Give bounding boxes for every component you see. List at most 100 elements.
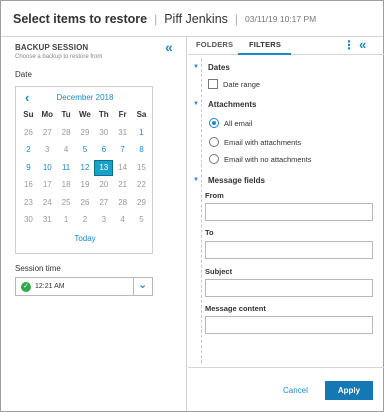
subject-field[interactable] bbox=[205, 279, 373, 297]
calendar-day[interactable]: 3 bbox=[94, 212, 113, 228]
chevron-down-icon[interactable]: ⌄ bbox=[138, 278, 147, 291]
calendar-week: 16 17 18 19 20 21 22 bbox=[19, 177, 151, 195]
calendar-day[interactable]: 10 bbox=[38, 160, 57, 176]
calendar-day[interactable]: 28 bbox=[113, 195, 132, 211]
subject-label: Subject bbox=[205, 267, 233, 276]
calendar-week: 2345678 bbox=[19, 142, 151, 160]
calendar-day[interactable]: 3 bbox=[38, 142, 57, 158]
calendar-day[interactable]: 26 bbox=[76, 195, 95, 211]
filters-pane: FOLDERS FILTERS ⋮ « ▼ Dates Date range ▼… bbox=[188, 37, 384, 411]
calendar-week: 26 27 28 29 30 31 1 bbox=[19, 124, 151, 142]
header-separator: | bbox=[154, 11, 158, 26]
calendar-day[interactable]: 5 bbox=[132, 212, 151, 228]
calendar-day[interactable]: 30 bbox=[19, 212, 38, 228]
calendar-day[interactable]: 31 bbox=[38, 212, 57, 228]
user-name: Piff Jenkins bbox=[164, 11, 228, 26]
message-content-label: Message content bbox=[205, 304, 266, 313]
calendar-day[interactable]: 27 bbox=[94, 195, 113, 211]
calendar-day[interactable]: 7 bbox=[113, 142, 132, 158]
calendar-day[interactable]: 29 bbox=[132, 195, 151, 211]
session-time-select[interactable]: ✓ 12:21 AM ⌄ bbox=[15, 277, 153, 296]
calendar-day[interactable]: 8 bbox=[132, 142, 151, 158]
weekday-label: Mo bbox=[41, 110, 54, 119]
calendar-day[interactable]: 17 bbox=[38, 177, 57, 193]
apply-button[interactable]: Apply bbox=[325, 381, 373, 400]
radio-all-email-label: All email bbox=[224, 119, 253, 128]
double-chevron-left-icon[interactable]: « bbox=[165, 39, 173, 55]
calendar-day-selected[interactable]: 13 bbox=[94, 159, 114, 176]
calendar-day[interactable]: 14 bbox=[113, 160, 132, 176]
radio-all-email[interactable] bbox=[209, 118, 219, 128]
calendar-day[interactable]: 2 bbox=[19, 142, 38, 158]
calendar-month: December 2018 bbox=[56, 93, 114, 102]
calendar-day[interactable]: 23 bbox=[19, 195, 38, 211]
calendar-day[interactable]: 12 bbox=[76, 160, 95, 176]
date-range-checkbox[interactable] bbox=[208, 79, 218, 89]
dialog-header: Select items to restore | Piff Jenkins |… bbox=[1, 1, 383, 37]
radio-email-no-attachments[interactable] bbox=[209, 154, 219, 164]
caret-down-icon[interactable]: ▼ bbox=[193, 101, 199, 107]
weekday-label: Tu bbox=[61, 110, 71, 119]
tab-bar: FOLDERS FILTERS ⋮ « bbox=[188, 37, 384, 55]
dialog-footer: Cancel Apply bbox=[188, 367, 384, 411]
calendar-day[interactable]: 4 bbox=[113, 212, 132, 228]
today-link[interactable]: Today bbox=[16, 234, 154, 243]
from-field[interactable] bbox=[205, 203, 373, 221]
weekday-label: Su bbox=[23, 110, 34, 119]
calendar-day[interactable]: 22 bbox=[132, 177, 151, 193]
date-range-label: Date range bbox=[223, 80, 261, 89]
kebab-menu-icon[interactable]: ⋮ bbox=[343, 38, 355, 52]
calendar-day[interactable]: 29 bbox=[76, 125, 95, 141]
calendar-day[interactable]: 26 bbox=[19, 125, 38, 141]
date-label: Date bbox=[15, 70, 32, 79]
calendar-day[interactable]: 21 bbox=[113, 177, 132, 193]
double-chevron-right-icon[interactable]: « bbox=[359, 37, 366, 52]
radio-email-with-attachments-label: Email with attachments bbox=[224, 138, 302, 147]
calendar-day[interactable]: 2 bbox=[76, 212, 95, 228]
calendar-day[interactable]: 20 bbox=[94, 177, 113, 193]
calendar-day[interactable]: 6 bbox=[94, 142, 113, 158]
calendar-day[interactable]: 25 bbox=[57, 195, 76, 211]
calendar-day[interactable]: 4 bbox=[57, 142, 76, 158]
calendar-week: 9 10 11 12 13 14 15 bbox=[19, 159, 151, 177]
calendar-day[interactable]: 9 bbox=[19, 160, 38, 176]
calendar-grid: 26 27 28 29 30 31 1 2 3 4 5 6 7 8 9 10 11 12 13 14 15 16 17 18 1… bbox=[19, 124, 151, 229]
calendar-day[interactable]: 11 bbox=[57, 160, 76, 176]
calendar-day[interactable]: 28 bbox=[57, 125, 76, 141]
weekday-label: Fr bbox=[118, 110, 127, 119]
dates-group-title: Dates bbox=[208, 63, 230, 72]
restore-dialog: Select items to restore | Piff Jenkins |… bbox=[0, 0, 384, 412]
cancel-button[interactable]: Cancel bbox=[283, 386, 308, 395]
calendar-day[interactable]: 1 bbox=[132, 125, 151, 141]
attachments-group-title: Attachments bbox=[208, 100, 257, 109]
tab-filters[interactable]: FILTERS bbox=[249, 40, 281, 49]
weekday-label: We bbox=[79, 110, 91, 119]
radio-email-with-attachments[interactable] bbox=[209, 137, 219, 147]
calendar-day[interactable]: 24 bbox=[38, 195, 57, 211]
check-circle-icon: ✓ bbox=[21, 282, 31, 292]
session-time-label: Session time bbox=[15, 264, 61, 273]
radio-email-no-attachments-label: Email with no attachments bbox=[224, 155, 312, 164]
backup-session-title: BACKUP SESSION bbox=[15, 43, 89, 52]
calendar-day[interactable]: 30 bbox=[94, 125, 113, 141]
calendar-week: 30 31 1 2 3 4 5 bbox=[19, 212, 151, 230]
calendar-day[interactable]: 5 bbox=[76, 142, 95, 158]
calendar-day[interactable]: 16 bbox=[19, 177, 38, 193]
calendar-day[interactable]: 1 bbox=[57, 212, 76, 228]
calendar-day[interactable]: 18 bbox=[57, 177, 76, 193]
header-date: 03/11/19 10:17 PM bbox=[245, 13, 317, 24]
select-divider bbox=[133, 278, 134, 295]
backup-session-pane: BACKUP SESSION Choose a backup to restor… bbox=[1, 37, 187, 411]
calendar-day[interactable]: 15 bbox=[132, 160, 151, 176]
calendar-day[interactable]: 19 bbox=[76, 177, 95, 193]
to-field[interactable] bbox=[205, 241, 373, 259]
message-content-field[interactable] bbox=[205, 316, 373, 334]
backup-session-subtitle: Choose a backup to restore from bbox=[15, 54, 103, 60]
caret-down-icon[interactable]: ▼ bbox=[193, 177, 199, 183]
weekday-header: Su Mo Tu We Th Fr Sa bbox=[19, 110, 151, 119]
tab-folders[interactable]: FOLDERS bbox=[196, 40, 233, 49]
weekday-label: Th bbox=[98, 110, 109, 119]
calendar-day[interactable]: 27 bbox=[38, 125, 57, 141]
caret-down-icon[interactable]: ▼ bbox=[193, 64, 199, 70]
calendar-day[interactable]: 31 bbox=[113, 125, 132, 141]
